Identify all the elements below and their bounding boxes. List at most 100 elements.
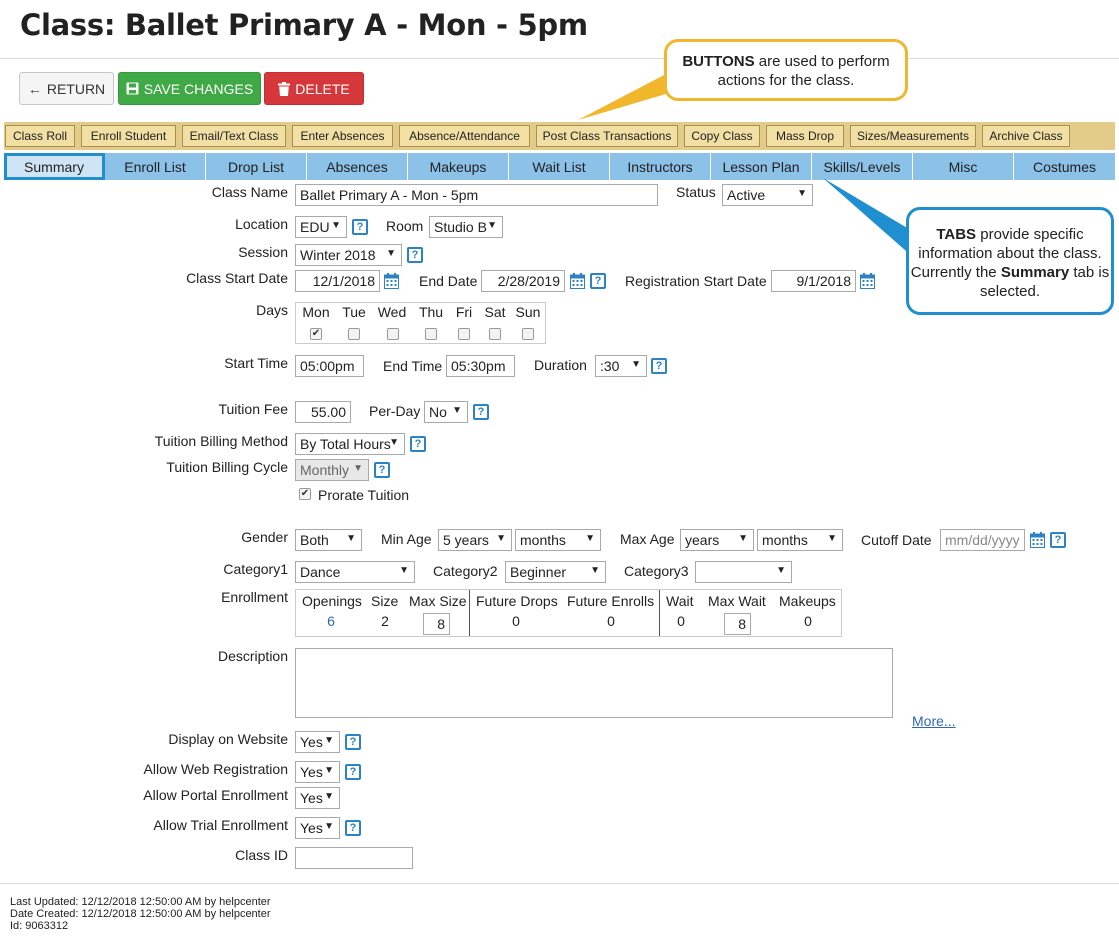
day-sat-label: Sat (484, 304, 506, 320)
day-thu-checkbox[interactable] (425, 328, 437, 340)
chevron-down-icon: ▼ (738, 533, 748, 544)
help-icon[interactable]: ? (1050, 532, 1066, 548)
tab-instructors[interactable]: Instructors (610, 153, 711, 180)
tuition-billing-cycle-select[interactable]: Monthly ▼ (295, 459, 369, 481)
toolbar-email-text-class[interactable]: Email/Text Class (182, 125, 286, 147)
description-textarea[interactable] (295, 648, 893, 718)
allow-portal-enrollment-select[interactable]: Yes ▼ (295, 787, 340, 809)
tab-enroll-list[interactable]: Enroll List (105, 153, 206, 180)
registration-start-date-input[interactable]: 9/1/2018 (771, 270, 856, 292)
help-icon[interactable]: ? (407, 247, 423, 263)
enrollment-divider (659, 590, 660, 636)
end-date-input[interactable]: 2/28/2019 (481, 270, 565, 292)
toolbar-mass-drop[interactable]: Mass Drop (766, 125, 844, 147)
delete-button[interactable]: DELETE (264, 72, 364, 105)
prorate-tuition-checkbox[interactable]: ✔ (299, 488, 311, 500)
help-icon[interactable]: ? (473, 404, 489, 420)
day-tue-label: Tue (342, 304, 366, 320)
max-age-months-select[interactable]: months ▼ (757, 529, 843, 551)
tab-misc[interactable]: Misc (913, 153, 1014, 180)
tab-summary[interactable]: Summary (4, 153, 105, 180)
tab-lesson-plan[interactable]: Lesson Plan (711, 153, 812, 180)
class-start-date-input[interactable]: 12/1/2018 (295, 270, 380, 292)
size-value: 2 (381, 613, 389, 629)
cutoff-date-input[interactable]: mm/dd/yyyy (940, 529, 1025, 551)
help-icon[interactable]: ? (410, 436, 426, 452)
toolbar-absence-attendance[interactable]: Absence/Attendance (399, 125, 530, 147)
tab-wait-list[interactable]: Wait List (509, 153, 610, 180)
tuition-fee-input[interactable]: 55.00 (295, 401, 351, 423)
help-icon[interactable]: ? (345, 734, 361, 750)
class-id-input[interactable] (295, 847, 413, 869)
status-select[interactable]: Active ▼ (722, 184, 813, 206)
last-updated-text: Last Updated: 12/12/2018 12:50:00 AM by … (10, 896, 271, 908)
help-icon[interactable]: ? (345, 764, 361, 780)
calendar-icon[interactable] (570, 273, 585, 289)
allow-web-registration-select[interactable]: Yes ▼ (295, 761, 340, 783)
session-select[interactable]: Winter 2018 ▼ (295, 244, 402, 266)
category3-select[interactable]: ▼ (695, 561, 792, 583)
class-name-input[interactable]: Ballet Primary A - Mon - 5pm (295, 184, 658, 206)
future-enrolls-value: 0 (607, 613, 615, 629)
min-age-months-select[interactable]: months ▼ (515, 529, 601, 551)
help-icon[interactable]: ? (345, 820, 361, 836)
day-sun-checkbox[interactable] (522, 328, 534, 340)
help-icon[interactable]: ? (374, 462, 390, 478)
category1-select[interactable]: Dance ▼ (295, 561, 415, 583)
registration-start-date-label: Registration Start Date (625, 273, 767, 289)
day-mon-checkbox[interactable]: ✔ (310, 328, 322, 340)
max-wait-input[interactable]: 8 (724, 613, 751, 635)
enrollment-header-future-enrolls: Future Enrolls (567, 593, 655, 609)
tab-drop-list[interactable]: Drop List (206, 153, 307, 180)
per-day-select[interactable]: No ▼ (424, 401, 468, 423)
location-select[interactable]: EDU ▼ (295, 216, 347, 238)
tuition-billing-method-select[interactable]: By Total Hours ▼ (295, 433, 405, 455)
toolbar-copy-class[interactable]: Copy Class (684, 125, 760, 147)
room-select[interactable]: Studio B ▼ (429, 216, 503, 238)
tab-absences[interactable]: Absences (307, 153, 408, 180)
help-icon[interactable]: ? (590, 273, 606, 289)
min-age-years-select[interactable]: 5 years ▼ (438, 529, 512, 551)
toolbar-archive-class[interactable]: Archive Class (982, 125, 1070, 147)
day-mon-label: Mon (302, 304, 330, 320)
duration-select[interactable]: :30 ▼ (595, 355, 647, 377)
tab-skills-levels[interactable]: Skills/Levels (812, 153, 913, 180)
day-sat-checkbox[interactable] (489, 328, 501, 340)
max-size-input[interactable]: 8 (423, 613, 450, 635)
enrollment-header-openings: Openings (302, 593, 362, 609)
toolbar-enroll-student[interactable]: Enroll Student (81, 125, 176, 147)
category2-select[interactable]: Beginner ▼ (505, 561, 606, 583)
allow-trial-enrollment-select[interactable]: Yes ▼ (295, 817, 340, 839)
help-icon[interactable]: ? (352, 219, 368, 235)
more-link[interactable]: More... (912, 713, 956, 729)
toolbar-sizes-measurements[interactable]: Sizes/Measurements (850, 125, 976, 147)
day-wed-checkbox[interactable] (387, 328, 399, 340)
display-on-website-select[interactable]: Yes ▼ (295, 731, 340, 753)
day-fri-checkbox[interactable] (458, 328, 470, 340)
calendar-icon[interactable] (1030, 532, 1045, 548)
return-button[interactable]: ← RETURN (19, 72, 114, 105)
gender-select[interactable]: Both ▼ (295, 529, 362, 551)
enrollment-label: Enrollment (221, 589, 288, 605)
toolbar-enter-absences[interactable]: Enter Absences (292, 125, 393, 147)
save-changes-button[interactable]: SAVE CHANGES (118, 72, 261, 105)
chevron-down-icon: ▼ (496, 533, 506, 544)
trash-icon (278, 81, 291, 96)
enrollment-header-makeups: Makeups (779, 593, 836, 609)
toolbar-class-roll[interactable]: Class Roll (5, 125, 75, 147)
tab-makeups[interactable]: Makeups (408, 153, 509, 180)
calendar-icon[interactable] (860, 273, 875, 289)
end-time-input[interactable]: 05:30pm (446, 355, 515, 377)
calendar-icon[interactable] (384, 273, 399, 289)
toolbar-post-class-transactions[interactable]: Post Class Transactions (536, 125, 678, 147)
day-tue-checkbox[interactable] (348, 328, 360, 340)
tab-costumes[interactable]: Costumes (1014, 153, 1115, 180)
openings-value[interactable]: 6 (321, 613, 341, 629)
start-time-input[interactable]: 05:00pm (295, 355, 364, 377)
tuition-billing-cycle-label: Tuition Billing Cycle (166, 459, 288, 475)
chevron-down-icon: ▼ (389, 437, 399, 448)
footer-divider (0, 883, 1119, 884)
allow-portal-enrollment-label: Allow Portal Enrollment (143, 787, 288, 803)
help-icon[interactable]: ? (651, 358, 667, 374)
max-age-years-select[interactable]: years ▼ (680, 529, 754, 551)
